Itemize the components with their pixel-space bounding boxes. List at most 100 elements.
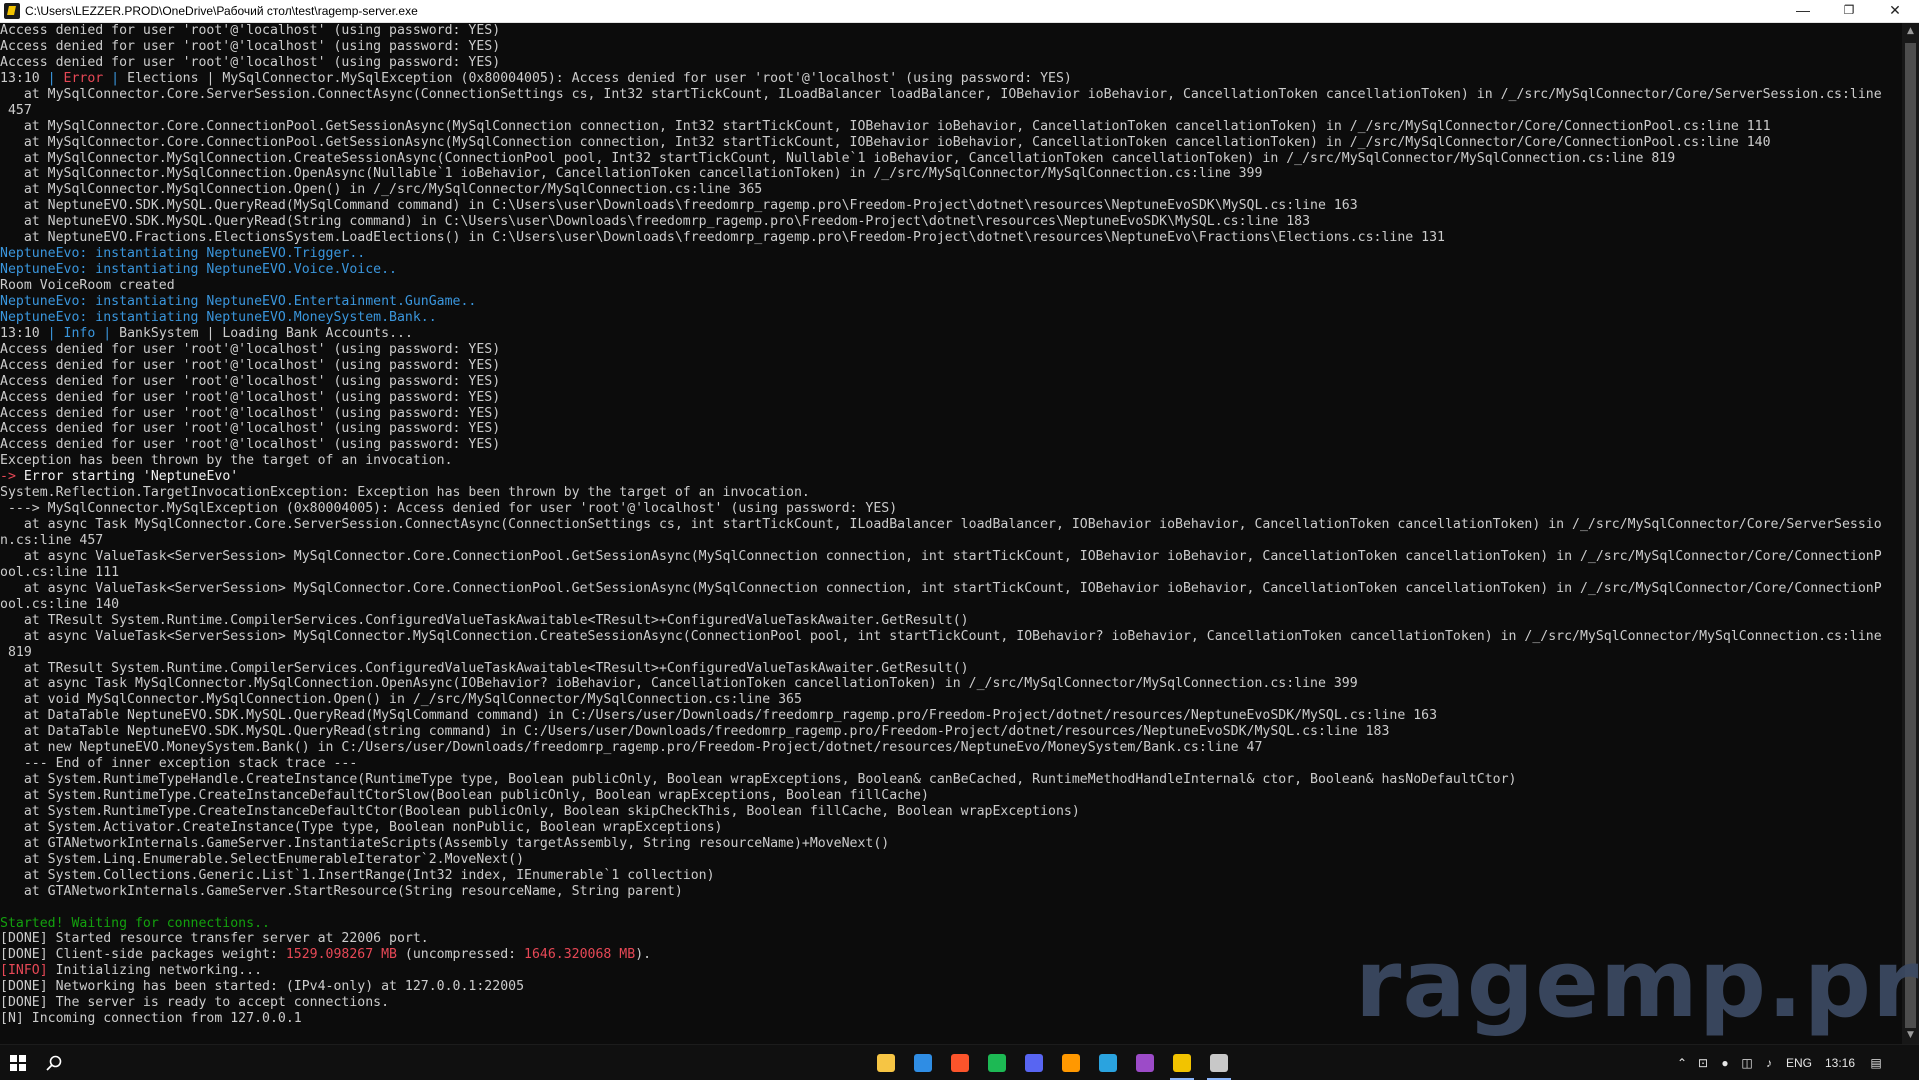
taskbar-spotify[interactable]	[979, 1045, 1015, 1080]
console-text: NeptuneEvo: instantiating NeptuneEVO.Ent…	[0, 293, 477, 309]
console-text: at TResult System.Runtime.CompilerServic…	[0, 660, 969, 676]
console-line: at async ValueTask<ServerSession> MySqlC…	[0, 581, 1900, 597]
language-indicator[interactable]: ENG	[1780, 1056, 1818, 1070]
console-text: at MySqlConnector.Core.ConnectionPool.Ge…	[0, 134, 1771, 150]
console-line: at new NeptuneEVO.MoneySystem.Bank() in …	[0, 740, 1900, 756]
console-text: at MySqlConnector.MySqlConnection.Open()…	[0, 182, 763, 198]
volume-icon[interactable]: ♪	[1758, 1056, 1780, 1070]
scroll-up-icon[interactable]: ▲	[1902, 23, 1919, 40]
winrar-icon	[1136, 1053, 1154, 1072]
console-text: 1529.098267 MB	[285, 947, 397, 963]
console-text: at async ValueTask<ServerSession> MySqlC…	[0, 580, 1882, 596]
taskbar-discord[interactable]	[1016, 1045, 1052, 1080]
console-text: at System.RuntimeType.CreateInstanceDefa…	[0, 803, 1080, 819]
taskbar-file-explorer[interactable]	[868, 1045, 904, 1080]
maximize-button[interactable]: ❐	[1826, 0, 1872, 22]
taskbar-terminal[interactable]	[1201, 1045, 1237, 1080]
console-line: at System.RuntimeType.CreateInstanceDefa…	[0, 788, 1900, 804]
console-text: at NeptuneEVO.Fractions.ElectionsSystem.…	[0, 230, 1445, 246]
console-text: at System.RuntimeTypeHandle.CreateInstan…	[0, 772, 1517, 788]
console-text: [INFO]	[0, 963, 48, 979]
window-title: C:\Users\LEZZER.PROD\OneDrive\Рабочий ст…	[25, 4, 418, 18]
search-button[interactable]	[36, 1045, 72, 1080]
console-text: [DONE] The server is ready to accept con…	[0, 995, 390, 1011]
console-text: at DataTable NeptuneEVO.SDK.MySQL.QueryR…	[0, 724, 1390, 740]
console-text: at DataTable NeptuneEVO.SDK.MySQL.QueryR…	[0, 708, 1438, 724]
console-text: [DONE] Started resource transfer server …	[0, 931, 429, 947]
network-icon[interactable]: ⊡	[1692, 1056, 1714, 1070]
console-line: at async ValueTask<ServerSession> MySqlC…	[0, 549, 1900, 565]
wifi-icon[interactable]: ◫	[1736, 1056, 1758, 1070]
console-text: Initializing networking...	[47, 963, 263, 979]
console-text: NeptuneEvo: instantiating NeptuneEVO.Voi…	[0, 262, 397, 278]
console-line: at async ValueTask<ServerSession> MySqlC…	[0, 629, 1900, 645]
console-text: Started! Waiting for connections..	[0, 915, 270, 931]
scrollbar-thumb[interactable]	[1905, 43, 1916, 1028]
vertical-scrollbar[interactable]: ▲ ▼	[1902, 23, 1919, 1044]
close-button[interactable]: ✕	[1872, 0, 1918, 22]
console-text: NeptuneEvo: instantiating NeptuneEVO.Mon…	[0, 309, 437, 325]
taskbar-telegram[interactable]	[1090, 1045, 1126, 1080]
console-line: at DataTable NeptuneEVO.SDK.MySQL.QueryR…	[0, 708, 1900, 724]
console-text: at NeptuneEVO.SDK.MySQL.QueryRead(String…	[0, 214, 1311, 230]
console-line: at MySqlConnector.MySqlConnection.Create…	[0, 151, 1900, 167]
console-text: at async Task MySqlConnector.MySqlConnec…	[0, 676, 1358, 692]
microphone-icon[interactable]: ●	[1714, 1056, 1736, 1070]
console-line: Access denied for user 'root'@'localhost…	[0, 437, 1900, 453]
taskbar: ⌃ ⊡ ● ◫ ♪ ENG 13:16 ▤	[0, 1044, 1919, 1080]
taskbar-brave[interactable]	[942, 1045, 978, 1080]
console-text: ->	[0, 469, 24, 485]
console-line: at MySqlConnector.Core.ServerSession.Con…	[0, 87, 1900, 103]
console-line: at async Task MySqlConnector.MySqlConnec…	[0, 676, 1900, 692]
console-text: [DONE] Networking has been started: (IPv…	[0, 979, 525, 995]
console-text: [DONE] Client-side packages weight:	[0, 947, 286, 963]
console-line: Access denied for user 'root'@'localhost…	[0, 55, 1900, 71]
console-line: at DataTable NeptuneEVO.SDK.MySQL.QueryR…	[0, 724, 1900, 740]
console-text: |	[103, 70, 128, 86]
console-text: at System.Activator.CreateInstance(Type …	[0, 819, 723, 835]
tray-chevron-up-icon[interactable]: ⌃	[1672, 1056, 1692, 1070]
console-line: at System.RuntimeType.CreateInstanceDefa…	[0, 804, 1900, 820]
file-explorer-icon	[877, 1053, 895, 1072]
notifications-icon[interactable]: ▤	[1862, 1056, 1890, 1070]
console-line: at NeptuneEVO.SDK.MySQL.QueryRead(MySqlC…	[0, 198, 1900, 214]
console-text: BankSystem | Loading Bank Accounts...	[119, 325, 413, 341]
taskbar-sublime[interactable]	[1053, 1045, 1089, 1080]
console-text: at MySqlConnector.Core.ServerSession.Con…	[0, 86, 1882, 102]
console-text: 457	[0, 102, 32, 118]
console-text: Access denied for user 'root'@'localhost…	[0, 389, 501, 405]
console-text: System.Reflection.TargetInvocationExcept…	[0, 485, 810, 501]
console-text: at GTANetworkInternals.GameServer.Instan…	[0, 835, 890, 851]
console-text: Info	[63, 325, 96, 341]
console-line: Access denied for user 'root'@'localhost…	[0, 358, 1900, 374]
console-line: --- End of inner exception stack trace -…	[0, 756, 1900, 772]
console-text: Access denied for user 'root'@'localhost…	[0, 405, 501, 421]
start-button[interactable]	[0, 1045, 36, 1080]
taskbar-vscode[interactable]	[905, 1045, 941, 1080]
clock[interactable]: 13:16	[1818, 1056, 1862, 1070]
console-line: at MySqlConnector.MySqlConnection.Open()…	[0, 182, 1900, 198]
console-line: at NeptuneEVO.SDK.MySQL.QueryRead(String…	[0, 214, 1900, 230]
console-line: Access denied for user 'root'@'localhost…	[0, 374, 1900, 390]
console-line: 819	[0, 645, 1900, 661]
taskbar-ragemp-server[interactable]	[1164, 1045, 1200, 1080]
taskbar-winrar[interactable]	[1127, 1045, 1163, 1080]
console-line: 13:10 | Info | BankSystem | Loading Bank…	[0, 326, 1900, 342]
brave-icon	[951, 1053, 969, 1072]
console-line: at async Task MySqlConnector.Core.Server…	[0, 517, 1900, 533]
system-tray: ⌃ ⊡ ● ◫ ♪ ENG 13:16 ▤	[1672, 1045, 1890, 1080]
console-line: at TResult System.Runtime.CompilerServic…	[0, 661, 1900, 677]
console-line: 13:10 | Error | Elections | MySqlConnect…	[0, 71, 1900, 87]
console-text: Access denied for user 'root'@'localhost…	[0, 421, 501, 437]
minimize-button[interactable]: —	[1780, 0, 1826, 22]
console-line: 457	[0, 103, 1900, 119]
console-text: ool.cs:line 111	[0, 564, 120, 580]
console-text: at System.RuntimeType.CreateInstanceDefa…	[0, 788, 929, 803]
console-output[interactable]: Access denied for user 'root'@'localhost…	[0, 23, 1900, 1044]
console-line: at MySqlConnector.Core.ConnectionPool.Ge…	[0, 119, 1900, 135]
console-text: ).	[635, 947, 652, 963]
console-text: at MySqlConnector.Core.ConnectionPool.Ge…	[0, 118, 1771, 134]
console-line: Access denied for user 'root'@'localhost…	[0, 39, 1900, 55]
console-text: at async Task MySqlConnector.Core.Server…	[0, 517, 1882, 533]
console-line: System.Reflection.TargetInvocationExcept…	[0, 485, 1900, 501]
